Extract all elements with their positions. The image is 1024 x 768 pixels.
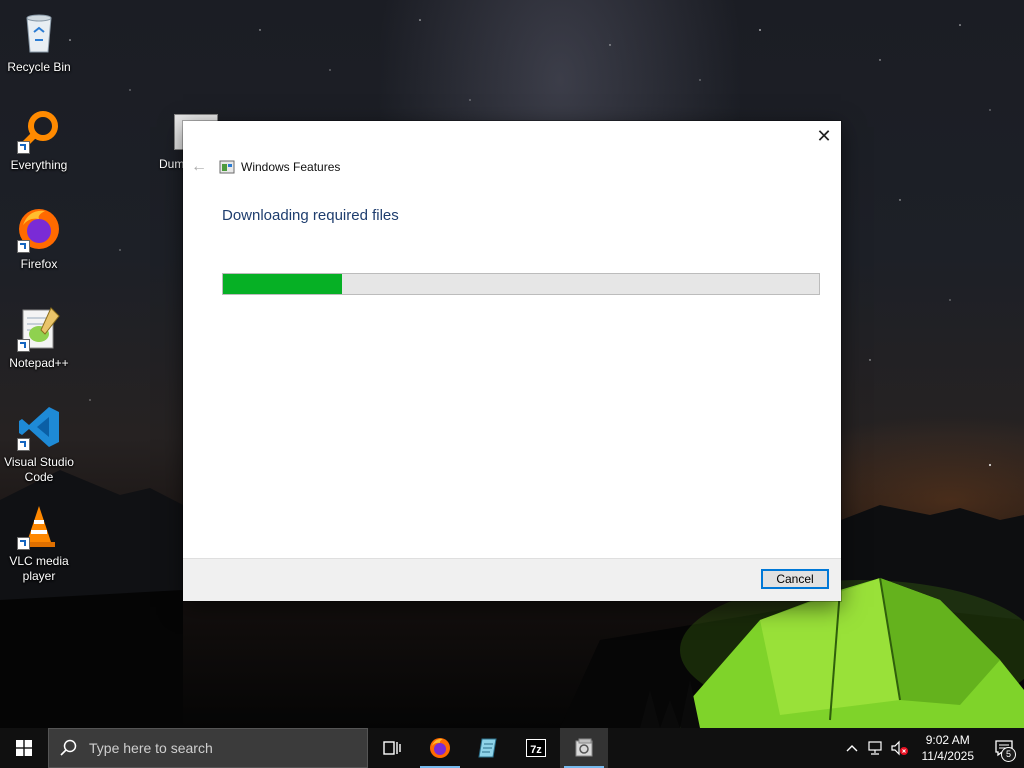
start-button[interactable] — [0, 728, 48, 768]
windows-logo-icon — [16, 740, 32, 756]
taskbar-windows-features-button[interactable] — [560, 728, 608, 768]
desktop-icon-label: Visual Studio Code — [4, 455, 74, 484]
close-button[interactable]: ✕ — [807, 121, 841, 151]
vscode-icon — [15, 403, 63, 451]
7zip-icon: 7z — [526, 739, 546, 757]
notification-count-badge: 5 — [1001, 747, 1016, 762]
desktop-icon-label: VLC media player — [9, 554, 69, 583]
progress-fill — [223, 274, 343, 294]
desktop-icon-everything[interactable]: Everything — [1, 106, 77, 173]
shortcut-arrow-icon — [17, 141, 30, 154]
show-hidden-icons-button[interactable] — [840, 728, 864, 768]
action-center-button[interactable]: 5 — [984, 728, 1024, 768]
shortcut-arrow-icon — [17, 240, 30, 253]
windows-features-icon — [219, 159, 235, 175]
firefox-icon — [15, 205, 63, 253]
windows-features-icon — [575, 738, 593, 757]
close-icon: ✕ — [816, 125, 832, 146]
taskbar-firefox-button[interactable] — [416, 728, 464, 768]
notepad-plus-plus-icon — [15, 304, 63, 352]
clock-time: 9:02 AM — [925, 733, 970, 747]
desktop-icon-recycle-bin[interactable]: Recycle Bin — [1, 8, 77, 75]
svg-text:7z: 7z — [530, 744, 542, 756]
taskbar-notepad-button[interactable] — [464, 728, 512, 768]
task-view-button[interactable] — [368, 728, 416, 768]
volume-muted-icon — [890, 740, 908, 756]
recycle-bin-icon — [15, 8, 63, 56]
dialog-heading: Downloading required files — [222, 207, 399, 224]
taskbar-7zip-button[interactable]: 7z — [512, 728, 560, 768]
download-progress-bar — [222, 273, 820, 295]
firefox-icon — [430, 738, 450, 758]
taskbar: Type here to search 7z 9:02 AM 11/4/2025… — [0, 728, 1024, 768]
shortcut-arrow-icon — [17, 339, 30, 352]
cancel-button[interactable]: Cancel — [761, 569, 829, 589]
desktop-icon-firefox[interactable]: Firefox — [1, 205, 77, 272]
system-tray: 9:02 AM 11/4/2025 5 — [840, 728, 1024, 768]
desktop-icon-vscode[interactable]: Visual Studio Code — [1, 403, 77, 485]
network-icon — [867, 741, 882, 755]
shortcut-arrow-icon — [17, 537, 30, 550]
desktop-icon-label: Everything — [10, 158, 68, 172]
taskbar-clock[interactable]: 9:02 AM 11/4/2025 — [912, 732, 985, 764]
chevron-up-icon — [846, 745, 857, 752]
volume-button[interactable] — [888, 728, 912, 768]
notepad-icon — [478, 738, 497, 758]
task-view-icon — [383, 741, 401, 755]
clock-date: 11/4/2025 — [921, 749, 975, 763]
everything-search-icon — [15, 106, 63, 154]
dialog-footer: Cancel — [183, 558, 841, 601]
desktop-icon-label: Notepad++ — [9, 356, 69, 370]
dialog-nav-row: ← Windows Features — [191, 157, 340, 177]
vlc-icon — [15, 502, 63, 550]
desktop-icon-notepad-plus-plus[interactable]: Notepad++ — [1, 304, 77, 371]
desktop-icon-label: Firefox — [20, 257, 58, 271]
desktop-icon-vlc[interactable]: VLC media player — [1, 502, 77, 584]
shortcut-arrow-icon — [17, 438, 30, 451]
dialog-title: Windows Features — [241, 160, 341, 174]
desktop-icon-label: Recycle Bin — [7, 60, 71, 74]
network-button[interactable] — [864, 728, 888, 768]
windows-features-dialog: ✕ ← Windows Features Downloading require… — [183, 121, 841, 601]
search-placeholder: Type here to search — [89, 740, 213, 756]
taskbar-search-box[interactable]: Type here to search — [48, 728, 368, 768]
desktop-icon-label: Dum — [159, 157, 185, 171]
back-arrow-icon: ← — [191, 158, 207, 175]
search-icon — [49, 739, 89, 757]
